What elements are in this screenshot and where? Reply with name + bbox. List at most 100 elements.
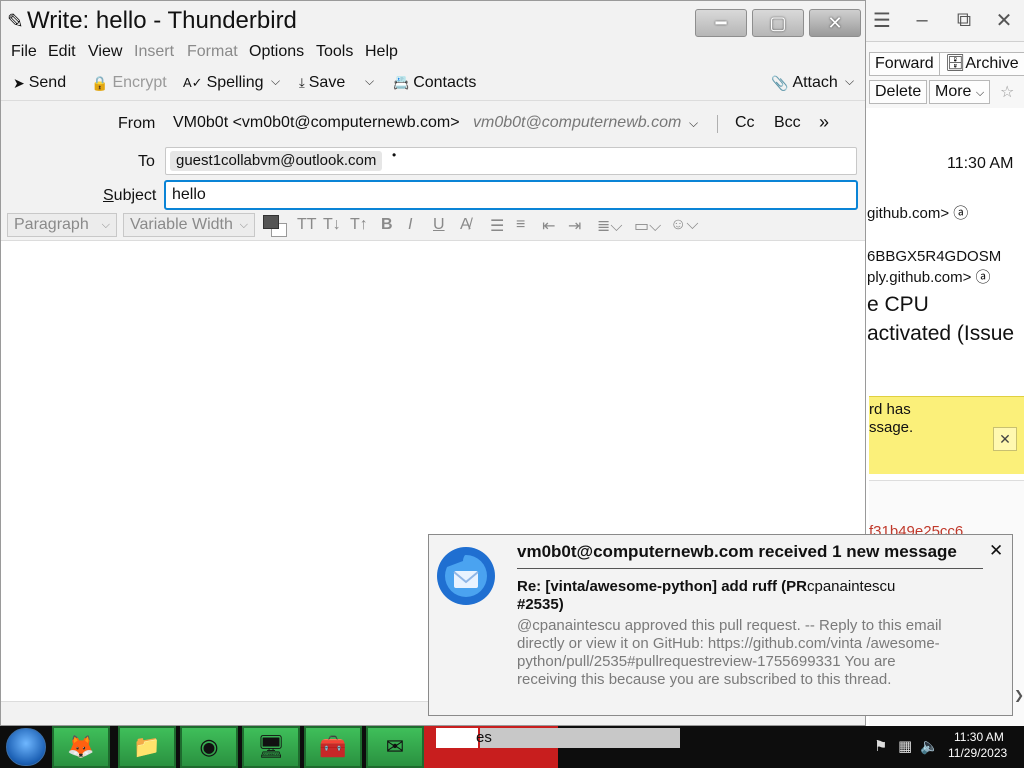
- taskbar-browser-group[interactable]: 🦊: [52, 726, 110, 768]
- network-icon[interactable]: ▦: [898, 737, 912, 755]
- attach-dropdown-chevron-icon[interactable]: ⌵: [845, 74, 854, 89]
- star-icon[interactable]: ☆: [1000, 82, 1014, 102]
- taskbar: 🦊 📁 ◉ 🖥 🧰 ✉ es ⚑ ▦ 🔈 11:30 AM 11/29/2023: [0, 726, 1024, 768]
- address-book-icon: 📇: [393, 75, 410, 90]
- delete-button[interactable]: Delete: [869, 80, 928, 104]
- control-panel-icon: 🖥: [257, 734, 285, 759]
- more-headers-chevron-icon[interactable]: »: [819, 112, 829, 133]
- bold-icon[interactable]: B: [381, 216, 393, 234]
- archive-button[interactable]: 🗄Archive: [939, 52, 1024, 76]
- send-label: Send: [28, 74, 67, 91]
- taskbar-thunderbird[interactable]: ✉: [366, 726, 424, 768]
- font-size-decrease-icon[interactable]: T↓: [323, 216, 341, 234]
- smaller-font-icon[interactable]: TT: [297, 216, 317, 234]
- message-id-fragment: 6BBGX5R4GDOSM: [867, 248, 1002, 265]
- menu-options[interactable]: Options: [249, 43, 304, 61]
- italic-icon[interactable]: I: [408, 216, 412, 234]
- subject-input[interactable]: [164, 180, 858, 210]
- save-button[interactable]: ⤓ Save: [299, 71, 345, 95]
- notification-close-icon[interactable]: ✕: [989, 541, 1003, 561]
- menu-file[interactable]: File: [11, 43, 37, 61]
- paragraph-format-select[interactable]: Paragraph ⌵: [7, 213, 117, 237]
- send-button[interactable]: ➤ Send: [13, 71, 66, 95]
- volume-icon[interactable]: 🔈: [920, 737, 939, 755]
- new-mail-notification[interactable]: vm0b0t@computernewb.com received 1 new m…: [428, 534, 1013, 716]
- from-dropdown-chevron-icon[interactable]: ⌵: [689, 116, 698, 131]
- underline-icon[interactable]: U: [433, 216, 445, 234]
- contacts-button[interactable]: 📇 Contacts: [393, 71, 476, 95]
- text-color-swatch[interactable]: [263, 215, 279, 229]
- chevron-down-icon: ⌵: [975, 87, 985, 99]
- encrypt-label: Encrypt: [112, 74, 167, 91]
- paragraph-format-label: Paragraph: [14, 216, 89, 233]
- close-button[interactable]: ✕: [809, 9, 861, 37]
- maximize-icon: ▢: [769, 12, 787, 33]
- outdent-icon[interactable]: ⇤: [542, 216, 555, 236]
- firefox-icon: 🦊: [67, 734, 95, 759]
- restore-icon[interactable]: ⧉: [947, 4, 981, 36]
- bulleted-list-icon[interactable]: ☰: [490, 216, 504, 236]
- chevron-down-icon: ⌵: [101, 219, 110, 231]
- more-label: More: [935, 83, 972, 100]
- spelling-dropdown-chevron-icon[interactable]: ⌵: [271, 74, 280, 89]
- close-icon: ✕: [827, 12, 843, 33]
- font-size-increase-icon[interactable]: T↑: [350, 216, 368, 234]
- insert-image-icon[interactable]: ▭⌵: [634, 216, 661, 236]
- alignment-icon[interactable]: ≣⌵: [597, 216, 623, 236]
- message-time: 11:30 AM: [947, 155, 1014, 172]
- save-dropdown-chevron-icon[interactable]: ⌵: [365, 74, 374, 89]
- emoji-icon[interactable]: ☺⌵: [670, 216, 698, 234]
- menu-format[interactable]: Format: [187, 43, 238, 61]
- message-subject-line1: e CPU: [867, 293, 929, 316]
- remote-content-notice: rd has ssage. ✕: [869, 396, 1024, 474]
- from-select[interactable]: VM0b0t <vm0b0t@computernewb.com>: [173, 114, 460, 132]
- start-button[interactable]: [6, 728, 46, 766]
- menu-view[interactable]: View: [88, 43, 122, 61]
- maximize-button[interactable]: ▢: [752, 9, 804, 37]
- archive-label: Archive: [965, 55, 1019, 72]
- notice-close-icon[interactable]: ✕: [993, 427, 1017, 451]
- send-icon: ➤: [13, 74, 25, 91]
- text-style-icon[interactable]: A̸: [460, 216, 471, 234]
- taskbar-chrome[interactable]: ◉: [180, 726, 238, 768]
- recipient-pill[interactable]: guest1collabvm@outlook.com: [170, 151, 383, 171]
- forward-button[interactable]: Forward: [869, 52, 940, 76]
- indent-icon[interactable]: ⇥: [568, 216, 581, 236]
- minimize-icon[interactable]: –: [905, 4, 939, 36]
- taskbar-file-explorer[interactable]: 📁: [118, 726, 176, 768]
- menu-insert[interactable]: Insert: [134, 43, 174, 61]
- to-recipients-field[interactable]: guest1collabvm@outlook.com •: [165, 147, 857, 175]
- notification-preview: @cpanaintescu approved this pull request…: [517, 617, 942, 688]
- cc-button[interactable]: Cc: [735, 114, 755, 132]
- pencil-icon: ✎: [7, 11, 24, 33]
- spelling-button[interactable]: A✓ Spelling: [183, 71, 264, 95]
- attach-label: Attach: [792, 74, 838, 91]
- encrypt-button[interactable]: 🔒 Encrypt: [91, 71, 167, 95]
- thunderbird-icon: ✉: [385, 734, 405, 759]
- save-label: Save: [308, 74, 346, 91]
- minimize-button[interactable]: ━: [695, 9, 747, 37]
- menu-help[interactable]: Help: [365, 43, 398, 61]
- taskbar-control-panel[interactable]: 🖥: [242, 726, 300, 768]
- menu-tools[interactable]: Tools: [316, 43, 353, 61]
- close-icon[interactable]: ✕: [987, 4, 1021, 36]
- menu-edit[interactable]: Edit: [48, 43, 76, 61]
- bcc-button[interactable]: Bcc: [774, 114, 801, 132]
- action-center-flag-icon[interactable]: ⚑: [874, 737, 887, 755]
- clock-date[interactable]: 11/29/2023: [948, 746, 1007, 760]
- taskbar-toolbox[interactable]: 🧰: [304, 726, 362, 768]
- clock-time[interactable]: 11:30 AM: [954, 730, 1004, 744]
- taskbar-window-label: es: [476, 729, 492, 746]
- window-title: Write: hello - Thunderbird: [27, 7, 297, 34]
- hamburger-menu-icon[interactable]: ☰: [865, 4, 899, 36]
- to-label: To: [138, 153, 155, 170]
- attach-button[interactable]: 📎 Attach: [771, 71, 838, 95]
- lock-icon: 🔒: [91, 74, 109, 91]
- header-divider: [717, 115, 718, 133]
- numbered-list-icon[interactable]: ≡: [516, 216, 525, 234]
- more-button[interactable]: More ⌵: [929, 80, 991, 104]
- compose-toolbar: ➤ Send 🔒 Encrypt A✓ Spelling ⌵ ⤓ Save ⌵ 📇 Con…: [1, 65, 865, 101]
- paperclip-icon: 📎: [771, 74, 789, 91]
- font-family-select[interactable]: Variable Width ⌵: [123, 213, 255, 237]
- scroll-down-arrow-icon[interactable]: ❯: [1014, 688, 1024, 702]
